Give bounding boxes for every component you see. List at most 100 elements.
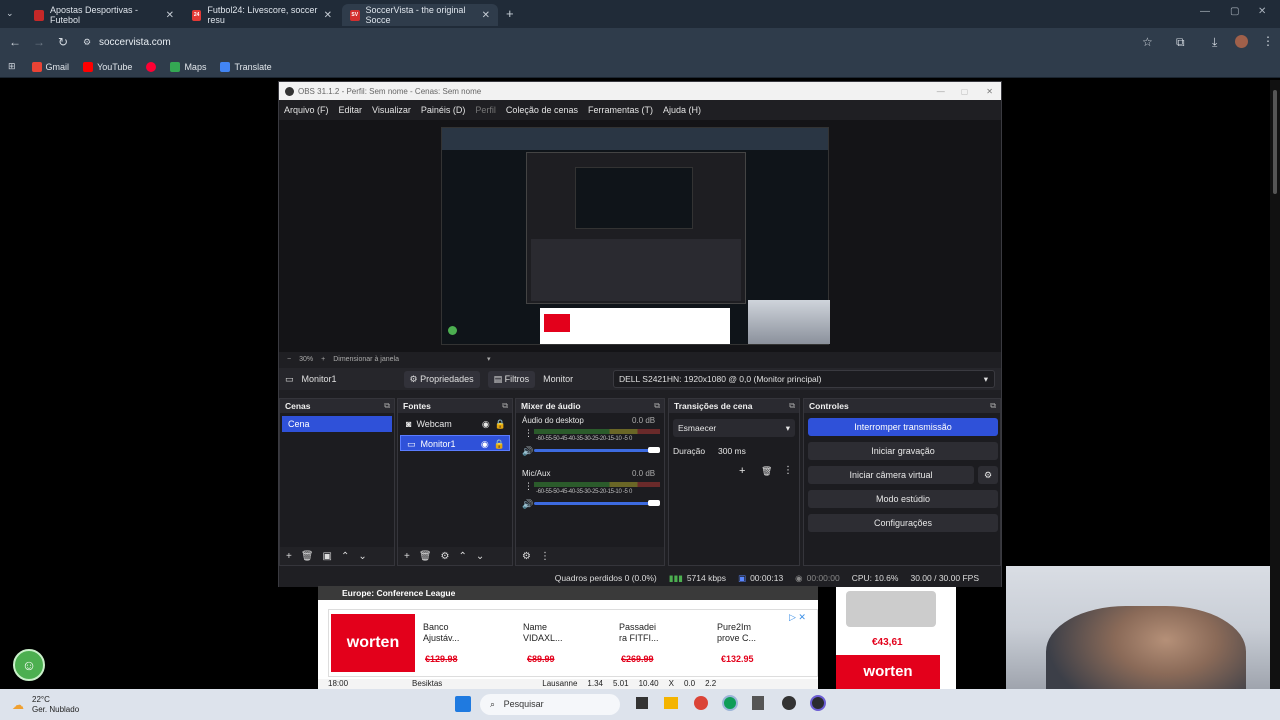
settings-button[interactable]: Configurações: [808, 514, 998, 532]
volume-knob[interactable]: [648, 500, 660, 506]
tab-close-icon[interactable]: ✕: [324, 10, 332, 21]
file-explorer-icon[interactable]: [664, 697, 678, 709]
advanced-audio-icon[interactable]: ⚙: [522, 551, 531, 562]
bookmark-youtube-music[interactable]: [146, 61, 157, 72]
bookmark-gmail[interactable]: Gmail: [31, 61, 69, 72]
bookmark-translate[interactable]: Translate: [220, 61, 272, 72]
add-icon[interactable]: +: [404, 551, 410, 562]
virtual-camera-settings-icon[interactable]: ⚙: [978, 466, 998, 484]
weather-widget[interactable]: 22°C Ger. Nublado: [32, 695, 79, 715]
tab-close-icon[interactable]: ✕: [482, 10, 490, 21]
dock-float-icon[interactable]: ⧉: [384, 399, 390, 413]
volume-slider[interactable]: [534, 449, 660, 452]
properties-button[interactable]: ⚙ Propriedades: [403, 370, 480, 388]
chrome-active-icon[interactable]: [722, 695, 738, 711]
weather-icon[interactable]: ☁: [12, 698, 24, 712]
page-scrollbar[interactable]: [1270, 80, 1280, 690]
minimize-icon[interactable]: —: [1200, 6, 1210, 17]
reload-icon[interactable]: ↻: [51, 35, 75, 49]
bookmark-star-icon[interactable]: ☆: [1142, 35, 1153, 49]
stop-streaming-button[interactable]: Interromper transmissão: [808, 418, 998, 436]
davinci-icon[interactable]: [782, 696, 796, 710]
move-down-icon[interactable]: ⌄: [476, 551, 484, 562]
volume-knob[interactable]: [648, 447, 660, 453]
menu-colecao[interactable]: Coleção de cenas: [506, 105, 578, 115]
channel-menu-icon[interactable]: ⋮: [524, 428, 533, 439]
trash-icon[interactable]: 🗑: [419, 551, 432, 562]
lock-icon[interactable]: 🔒: [495, 416, 506, 432]
tab-close-icon[interactable]: ✕: [166, 10, 174, 21]
scene-filters-icon[interactable]: ▣: [323, 551, 332, 562]
menu-icon[interactable]: ⋮: [1262, 34, 1274, 48]
start-recording-button[interactable]: Iniciar gravação: [808, 442, 998, 460]
filters-button[interactable]: ▤ Filtros: [487, 370, 536, 388]
menu-editar[interactable]: Editar: [339, 105, 363, 115]
eye-icon[interactable]: ◉: [481, 436, 489, 450]
tab-soccervista[interactable]: SV SoccerVista - the original Socce ✕: [342, 4, 498, 26]
zoom-out-icon[interactable]: −: [287, 356, 291, 363]
start-virtual-camera-button[interactable]: Iniciar câmera virtual: [808, 466, 974, 484]
trash-icon[interactable]: 🗑: [301, 551, 314, 562]
bookmark-maps[interactable]: Maps: [170, 61, 206, 72]
zoom-in-icon[interactable]: +: [321, 356, 325, 363]
menu-visualizar[interactable]: Visualizar: [372, 105, 411, 115]
address-bar[interactable]: soccervista.com: [99, 37, 171, 48]
resize-to-window[interactable]: Dimensionar à janela: [333, 356, 399, 363]
menu-perfil[interactable]: Perfil: [475, 105, 496, 115]
speaker-icon[interactable]: 🔊: [522, 446, 533, 457]
channel-menu-icon[interactable]: ⋮: [524, 481, 533, 492]
dock-float-icon[interactable]: ⧉: [990, 399, 996, 413]
match-row[interactable]: 18:00 Besiktas Lausanne 1.34 5.01 10.40 …: [318, 679, 818, 689]
task-view-icon[interactable]: [636, 697, 648, 709]
source-item-monitor1[interactable]: ▭ Monitor1 ◉ 🔒: [400, 435, 510, 451]
apps-icon[interactable]: ⊞: [8, 61, 16, 72]
move-down-icon[interactable]: ⌄: [358, 551, 366, 562]
league-header[interactable]: Europe: Conference League: [318, 586, 818, 600]
maximize-icon[interactable]: ▢: [1230, 6, 1239, 17]
add-transition-icon[interactable]: +: [739, 465, 745, 477]
menu-ferramentas[interactable]: Ferramentas (T): [588, 105, 653, 115]
scene-item[interactable]: Cena: [282, 416, 392, 432]
lock-icon[interactable]: 🔒: [494, 436, 505, 450]
scrollbar-thumb[interactable]: [1273, 90, 1277, 194]
bookmark-youtube[interactable]: YouTube: [83, 61, 132, 72]
accessibility-icon[interactable]: ☺: [13, 649, 45, 681]
close-window-icon[interactable]: ✕: [1258, 6, 1266, 17]
dock-float-icon[interactable]: ⧉: [502, 399, 508, 413]
add-icon[interactable]: +: [286, 551, 292, 562]
obs-maximize-icon[interactable]: ▢: [961, 87, 969, 96]
studio-mode-button[interactable]: Modo estúdio: [808, 490, 998, 508]
back-icon[interactable]: ←: [3, 35, 27, 49]
duration-input[interactable]: 300 ms: [713, 443, 795, 459]
monitor-select[interactable]: DELL S2421HN: 1920x1080 @ 0,0 (Monitor p…: [613, 370, 995, 388]
dock-float-icon[interactable]: ⧉: [789, 399, 795, 413]
obs-close-icon[interactable]: ✕: [986, 87, 993, 96]
eye-icon[interactable]: ◉: [482, 416, 490, 432]
taskbar-search[interactable]: ⌕ Pesquisar: [480, 694, 620, 715]
dock-float-icon[interactable]: ⧉: [654, 399, 660, 413]
source-item-webcam[interactable]: ◙ Webcam ◉ 🔒: [400, 416, 510, 432]
preview-canvas[interactable]: [441, 127, 830, 345]
zoom-dropdown-icon[interactable]: ▾: [487, 355, 491, 363]
mixer-menu-icon[interactable]: ⋮: [540, 551, 550, 562]
new-tab-icon[interactable]: +: [506, 6, 514, 21]
forward-icon[interactable]: →: [27, 35, 51, 49]
windows-start-icon[interactable]: [455, 696, 471, 712]
transition-menu-icon[interactable]: ⋮: [783, 465, 793, 476]
trash-icon[interactable]: 🗑: [761, 466, 772, 477]
calculator-icon[interactable]: [752, 696, 764, 710]
menu-ajuda[interactable]: Ajuda (H): [663, 105, 701, 115]
avatar[interactable]: [1235, 35, 1248, 48]
tab-apostas[interactable]: Apostas Desportivas - Futebol ✕: [26, 4, 182, 26]
obs-minimize-icon[interactable]: —: [937, 87, 945, 96]
ad-close-icon[interactable]: ▷ ✕: [789, 612, 806, 623]
menu-arquivo[interactable]: Arquivo (F): [284, 105, 329, 115]
tab-futbol24[interactable]: 24 Futbol24: Livescore, soccer resu ✕: [184, 4, 340, 26]
move-up-icon[interactable]: ⌃: [459, 551, 467, 562]
tab-search-icon[interactable]: ⌄: [6, 8, 14, 19]
chrome-icon[interactable]: [694, 696, 708, 710]
gear-icon[interactable]: ⚙: [441, 551, 450, 562]
speaker-icon[interactable]: 🔊: [522, 499, 533, 510]
worten-ad-banner[interactable]: worten Banco Ajustáv... €129.98 Name VID…: [328, 609, 818, 677]
move-up-icon[interactable]: ⌃: [341, 551, 349, 562]
